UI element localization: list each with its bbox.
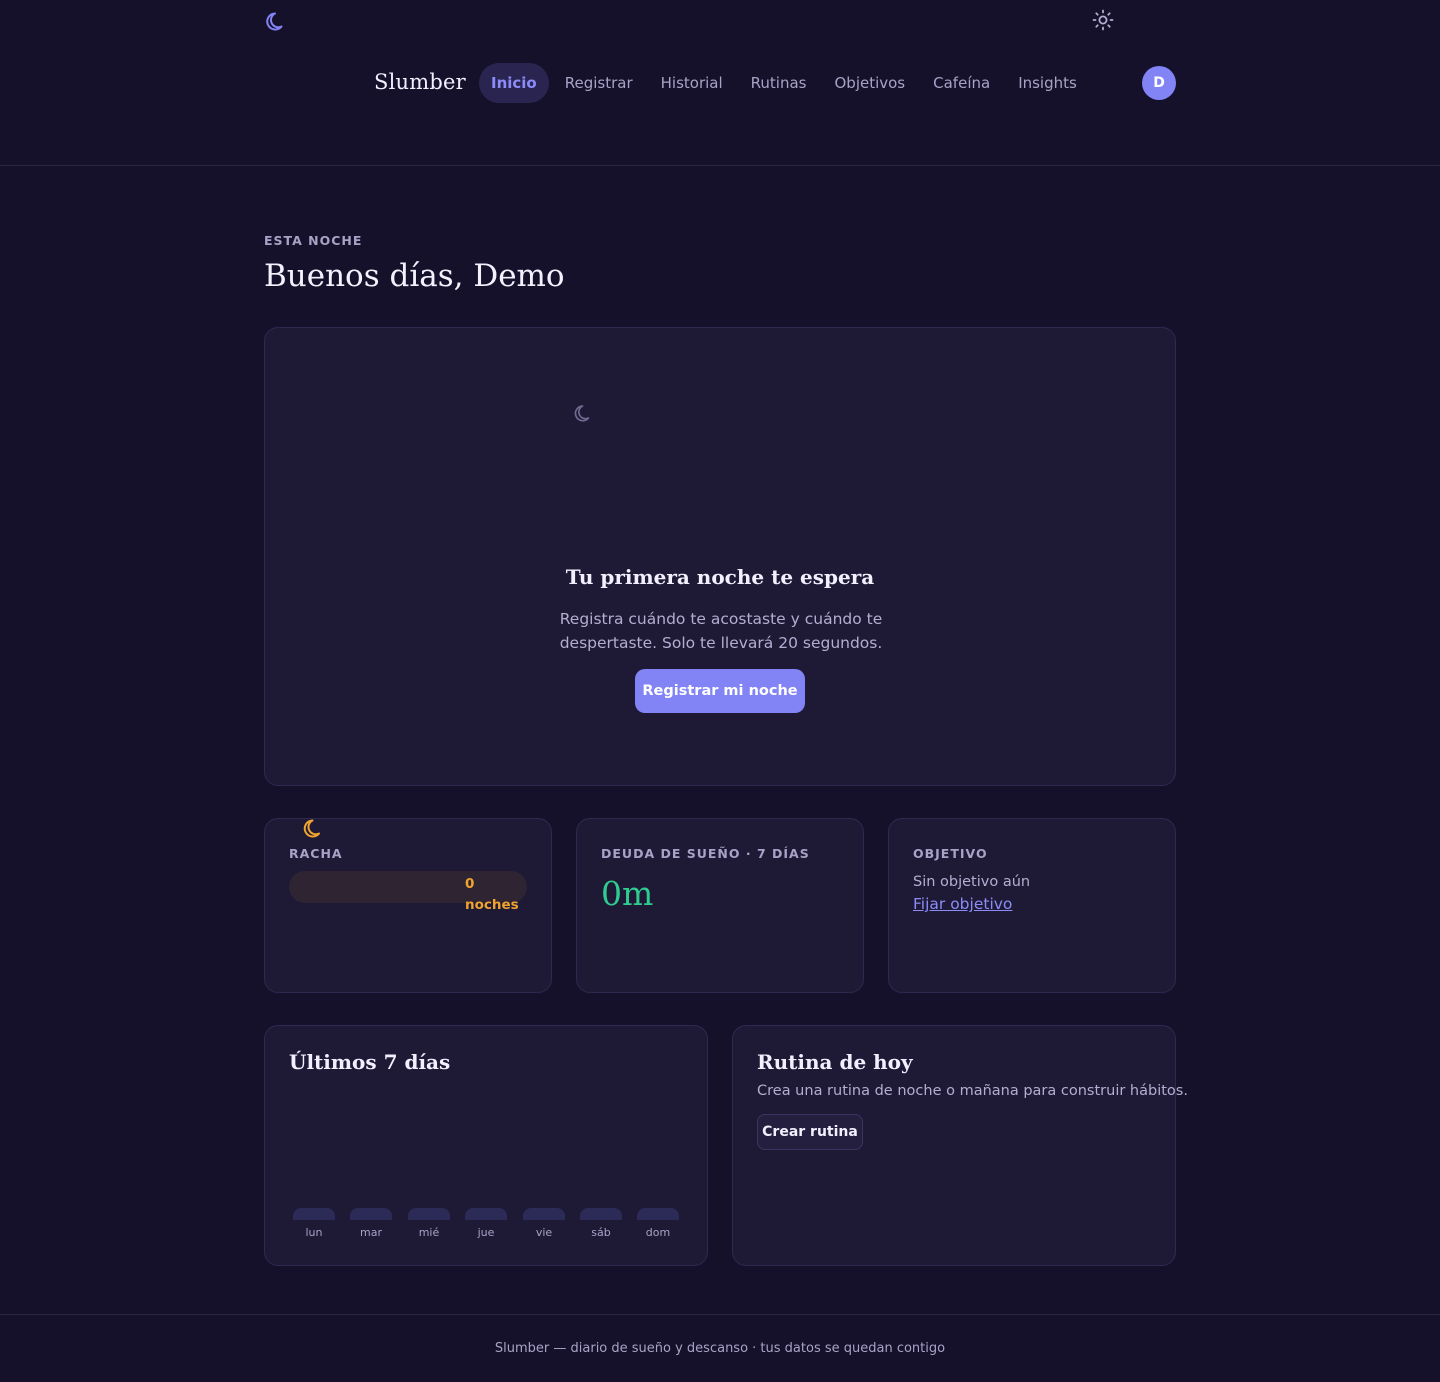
day-label: jue bbox=[477, 1226, 495, 1239]
app-header: Slumber Inicio Registrar Historial Rutin… bbox=[0, 0, 1440, 166]
day-bar bbox=[580, 1208, 622, 1220]
empty-state-text: Registra cuándo te acostaste y cuándo te… bbox=[559, 610, 883, 652]
day-bar bbox=[350, 1208, 392, 1220]
first-night-card: Tu primera noche te espera Registra cuán… bbox=[264, 327, 1176, 786]
day-bar bbox=[408, 1208, 450, 1220]
user-avatar[interactable]: D bbox=[1142, 66, 1176, 100]
sleep-debt-card: DEUDA DE SUEÑO · 7 DÍAS 0m bbox=[576, 818, 864, 993]
streak-count: 0 bbox=[465, 876, 475, 892]
nav-item-inicio[interactable]: Inicio bbox=[479, 63, 549, 103]
register-night-button[interactable]: Registrar mi noche bbox=[635, 669, 805, 713]
last-7-days-card: Últimos 7 días lun mar mié jue vie sáb d… bbox=[264, 1025, 708, 1266]
day-bar bbox=[523, 1208, 565, 1220]
streak-card: RACHA 0 noches bbox=[264, 818, 552, 993]
nav-item-objetivos[interactable]: Objetivos bbox=[820, 63, 919, 103]
streak-unit: noches bbox=[465, 897, 519, 913]
moon-icon bbox=[266, 12, 283, 31]
goal-card: OBJETIVO Sin objetivo aún Fijar objetivo bbox=[888, 818, 1176, 993]
nav-item-cafeina[interactable]: Cafeína bbox=[919, 63, 1004, 103]
day-column: vie bbox=[523, 1208, 565, 1239]
day-label: vie bbox=[535, 1226, 553, 1239]
main-nav: Inicio Registrar Historial Rutinas Objet… bbox=[479, 63, 1091, 103]
day-label: sáb bbox=[591, 1226, 611, 1239]
weekly-bar-chart: lun mar mié jue vie sáb dom bbox=[293, 1208, 681, 1248]
day-column: dom bbox=[637, 1208, 679, 1239]
day-column: mié bbox=[408, 1208, 450, 1239]
routine-description: Crea una rutina de noche o mañana para c… bbox=[757, 1083, 1188, 1099]
set-goal-link[interactable]: Fijar objetivo bbox=[913, 895, 1012, 913]
day-bar bbox=[465, 1208, 507, 1220]
day-bar bbox=[637, 1208, 679, 1220]
goal-label: OBJETIVO bbox=[913, 846, 988, 861]
goal-status: Sin objetivo aún bbox=[913, 874, 1031, 890]
empty-state-title: Tu primera noche te espera bbox=[565, 565, 875, 589]
nav-item-insights[interactable]: Insights bbox=[1004, 63, 1091, 103]
day-label: mar bbox=[360, 1226, 382, 1239]
last-7-days-title: Últimos 7 días bbox=[289, 1050, 451, 1074]
footer-text: Slumber — diario de sueño y descanso · t… bbox=[494, 1341, 946, 1356]
moon-icon bbox=[303, 819, 320, 838]
streak-value: 0 noches bbox=[465, 874, 519, 916]
day-column: lun bbox=[293, 1208, 335, 1239]
section-eyebrow: ESTA NOCHE bbox=[264, 233, 363, 248]
streak-badge: 0 noches bbox=[289, 871, 527, 913]
day-label: dom bbox=[645, 1226, 671, 1239]
day-label: lun bbox=[305, 1226, 323, 1239]
day-column: mar bbox=[350, 1208, 392, 1239]
nav-item-historial[interactable]: Historial bbox=[647, 63, 737, 103]
sleep-debt-label: DEUDA DE SUEÑO · 7 DÍAS bbox=[601, 846, 810, 861]
app-footer: Slumber — diario de sueño y descanso · t… bbox=[0, 1314, 1440, 1382]
day-column: sáb bbox=[580, 1208, 622, 1239]
routine-card: Rutina de hoy Crea una rutina de noche o… bbox=[732, 1025, 1188, 1266]
moon-icon bbox=[574, 405, 590, 422]
sun-icon[interactable] bbox=[1090, 8, 1116, 32]
sleep-debt-value: 0m bbox=[601, 874, 654, 913]
day-label: mié bbox=[418, 1226, 440, 1239]
create-routine-button[interactable]: Crear rutina bbox=[757, 1114, 863, 1150]
page-title: Buenos días, Demo bbox=[264, 258, 565, 294]
nav-item-registrar[interactable]: Registrar bbox=[551, 63, 647, 103]
nav-item-rutinas[interactable]: Rutinas bbox=[737, 63, 821, 103]
day-bar bbox=[293, 1208, 335, 1220]
day-column: jue bbox=[465, 1208, 507, 1239]
routine-title: Rutina de hoy bbox=[757, 1050, 913, 1074]
brand-logo[interactable]: Slumber bbox=[374, 70, 466, 94]
streak-label: RACHA bbox=[289, 846, 343, 861]
